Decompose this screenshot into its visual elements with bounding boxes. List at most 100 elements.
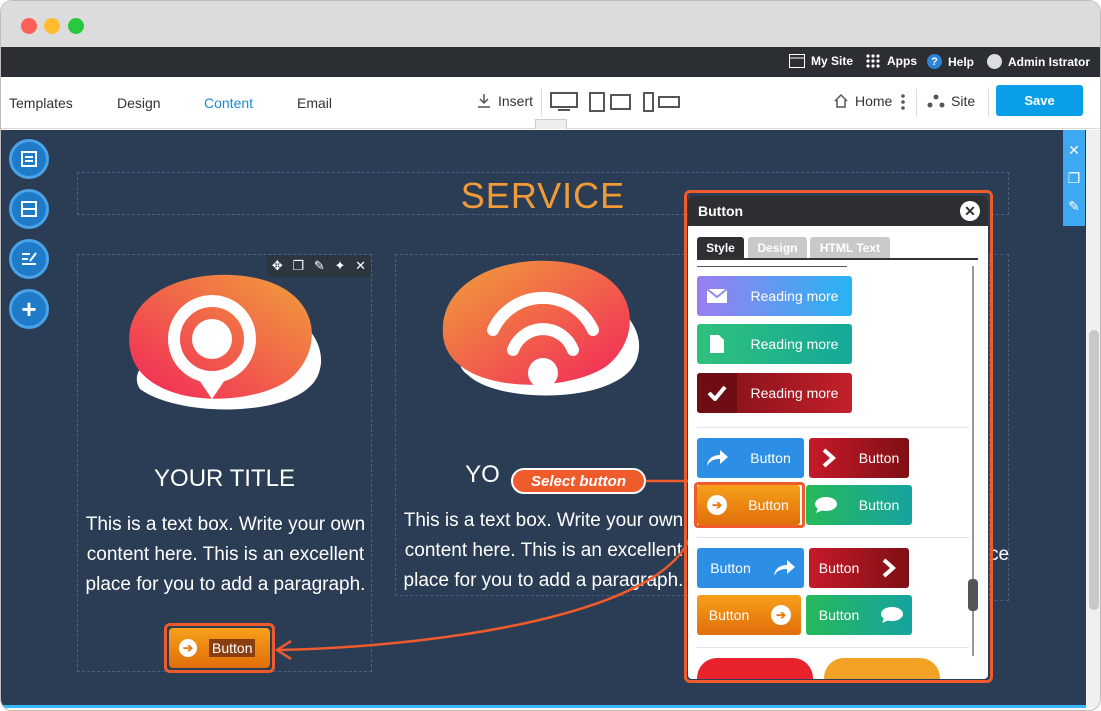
style-label: Button <box>858 497 900 513</box>
site-button[interactable]: Site <box>927 93 975 109</box>
user-menu[interactable]: Admin Istrator <box>987 54 1090 69</box>
column-1-title: YOUR TITLE <box>154 465 295 492</box>
service-column-2[interactable]: YO This is a text box. Write your own co… <box>395 254 690 596</box>
apps-label: Apps <box>887 54 917 68</box>
style-reading-more-document[interactable]: Reading more <box>697 324 852 364</box>
minimize-window-button[interactable] <box>44 18 60 34</box>
duplicate-icon[interactable]: ❐ <box>1063 164 1085 192</box>
sections-button[interactable] <box>9 189 49 229</box>
style-button-chevron-right[interactable]: Button <box>809 548 909 588</box>
tab-style[interactable]: Style <box>697 237 744 258</box>
help-icon: ? <box>927 54 942 69</box>
panel-divider <box>697 537 969 538</box>
tab-html-text[interactable]: HTML Text <box>810 237 890 258</box>
close-icon[interactable]: ✕ <box>1063 136 1085 164</box>
plus-icon: + <box>21 294 37 324</box>
style-button-chat-right[interactable]: Button <box>806 595 912 635</box>
style-label: Button <box>750 450 791 466</box>
style-button-arrow-circle-right[interactable]: Button ➔ <box>697 595 801 635</box>
chat-bubble-icon <box>872 595 912 635</box>
placed-button-label: Button <box>209 639 256 657</box>
selected-style-highlight <box>694 482 805 528</box>
magic-wand-icon[interactable]: ✦ <box>335 258 346 274</box>
style-button-share-left[interactable]: Button <box>697 438 804 478</box>
maximize-window-button[interactable] <box>68 18 84 34</box>
style-label: Button <box>708 607 750 623</box>
toolbar-divider <box>541 89 542 117</box>
location-pin-icon <box>129 274 322 410</box>
tab-content[interactable]: Content <box>204 95 253 111</box>
panel-tabs: Style Design HTML Text <box>697 237 978 260</box>
style-label: Button <box>818 607 860 623</box>
text-edit-button[interactable] <box>9 239 49 279</box>
service-column-1[interactable]: YOUR TITLE This is a text box. Write you… <box>77 254 372 672</box>
column-1-text: This is a text box. Write your own conte… <box>85 514 366 595</box>
document-icon <box>697 324 737 364</box>
style-button-chat-left[interactable]: Button <box>806 485 912 525</box>
panel-title: Button <box>698 203 744 219</box>
save-button[interactable]: Save <box>996 85 1083 116</box>
add-element-button[interactable]: + <box>9 289 49 329</box>
style-button-chevron-left[interactable]: Button <box>809 438 909 478</box>
page-layout-button[interactable] <box>9 139 49 179</box>
collapse-toolbar-tab[interactable] <box>535 119 567 129</box>
style-reading-more-check[interactable]: Reading more <box>697 373 852 413</box>
layout-icon <box>21 151 37 167</box>
my-site-link[interactable]: My Site <box>789 54 853 68</box>
help-label: Help <box>948 54 975 69</box>
panel-divider <box>697 266 847 267</box>
element-side-tools: ✕ ❐ ✎ <box>1063 130 1085 226</box>
close-window-button[interactable] <box>21 18 37 34</box>
browser-window-icon <box>789 54 805 68</box>
style-label: Reading more <box>750 336 839 352</box>
site-label: Site <box>951 93 976 109</box>
placed-button[interactable]: ➔ Button <box>169 628 270 668</box>
style-label: Button <box>818 560 860 576</box>
edit-icon[interactable]: ✎ <box>314 258 325 274</box>
tablet-view-icon[interactable] <box>589 92 631 112</box>
page-scrollbar[interactable] <box>1086 130 1100 708</box>
text-edit-icon <box>22 252 37 265</box>
mobile-view-icon[interactable] <box>642 92 682 112</box>
apps-link[interactable]: Apps <box>865 54 917 68</box>
style-label: Reading more <box>750 288 839 304</box>
insert-button[interactable]: Insert <box>476 93 533 109</box>
canvas-bottom-border <box>1 705 1086 708</box>
checkmark-icon <box>697 373 737 413</box>
more-vertical-icon[interactable] <box>900 94 906 110</box>
home-icon <box>834 93 848 108</box>
chevron-right-icon <box>809 438 849 478</box>
chevron-right-icon <box>869 548 909 588</box>
style-button-share-right[interactable]: Button <box>697 548 804 588</box>
arrow-right-circle-icon: ➔ <box>761 595 801 635</box>
top-bar: My Site Apps ? Help Admin Istrator <box>1 47 1100 77</box>
toolbar-divider <box>916 89 917 117</box>
style-label: Button <box>858 450 900 466</box>
close-icon[interactable]: ✕ <box>355 258 366 274</box>
title-bar <box>1 1 1100 47</box>
style-button-rounded-red[interactable] <box>697 658 813 679</box>
desktop-view-icon[interactable] <box>550 92 578 112</box>
insert-label: Insert <box>498 93 534 109</box>
element-toolbar: ✥ ❐ ✎ ✦ ✕ <box>267 255 371 277</box>
tab-templates[interactable]: Templates <box>9 95 73 111</box>
style-button-rounded-orange[interactable] <box>824 658 940 679</box>
browser-window: My Site Apps ? Help Admin Istrator Templ… <box>0 0 1101 711</box>
move-icon[interactable]: ✥ <box>272 258 283 274</box>
sitemap-icon <box>927 94 945 108</box>
tab-email[interactable]: Email <box>297 95 332 111</box>
edit-icon[interactable]: ✎ <box>1063 192 1085 220</box>
panel-scrollbar-thumb[interactable] <box>968 579 978 611</box>
home-button[interactable]: Home <box>833 93 892 109</box>
tab-design[interactable]: Design <box>117 95 161 111</box>
share-arrow-icon <box>764 548 804 588</box>
help-link[interactable]: ? Help <box>927 54 974 69</box>
close-icon[interactable]: ✕ <box>960 201 980 221</box>
toolbar-divider <box>988 89 989 117</box>
panel-divider <box>697 647 969 648</box>
page-scrollbar-thumb[interactable] <box>1089 330 1099 610</box>
style-reading-more-envelope[interactable]: Reading more <box>697 276 852 316</box>
duplicate-icon[interactable]: ❐ <box>293 258 305 274</box>
download-icon <box>478 94 490 108</box>
tab-design[interactable]: Design <box>748 237 807 258</box>
